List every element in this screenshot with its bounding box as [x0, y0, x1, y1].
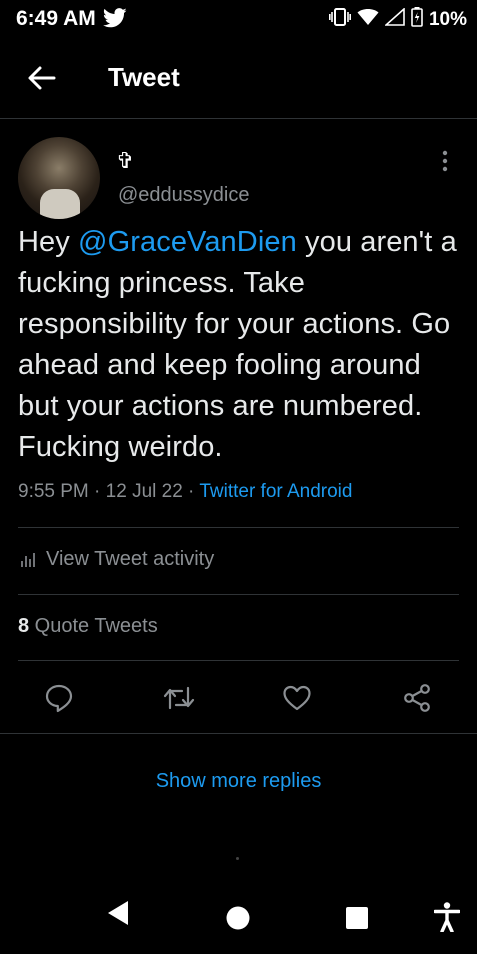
- status-bar: 6:49 AM 10%: [0, 0, 477, 40]
- show-more-replies-button[interactable]: Show more replies: [0, 770, 477, 793]
- page-title: Tweet: [108, 62, 180, 92]
- nav-recents-button[interactable]: [346, 907, 368, 934]
- divider: [0, 733, 477, 734]
- battery-icon: [411, 7, 423, 33]
- like-button[interactable]: [282, 683, 312, 713]
- header-divider: [0, 118, 477, 119]
- divider: [18, 594, 459, 595]
- battery-percent: 10%: [428, 9, 467, 30]
- tweet-date: 12 Jul 22: [105, 481, 183, 502]
- tweet-text-start: Hey: [18, 226, 79, 258]
- signal-icon: [383, 7, 405, 32]
- activity-label: View Tweet activity: [46, 548, 215, 570]
- recents-square-icon: [346, 907, 368, 929]
- tweet-time: 9:55 PM: [18, 481, 89, 502]
- status-time: 6:49 AM: [16, 7, 96, 30]
- display-name[interactable]: ✞: [116, 148, 134, 174]
- meta-separator: ·: [88, 481, 106, 502]
- reply-button[interactable]: [44, 683, 74, 713]
- status-icons: 10%: [328, 7, 467, 33]
- reply-icon: [45, 684, 73, 713]
- mention-link[interactable]: @GraceVanDien: [78, 226, 297, 258]
- more-vertical-icon: [442, 150, 448, 172]
- back-triangle-icon: [108, 901, 128, 925]
- accessibility-button[interactable]: [433, 902, 461, 937]
- share-button[interactable]: [402, 683, 432, 713]
- nav-home-button[interactable]: [226, 906, 250, 935]
- avatar[interactable]: [18, 137, 100, 219]
- nav-back-button[interactable]: [106, 900, 130, 931]
- divider: [18, 527, 459, 528]
- share-icon: [404, 684, 430, 712]
- like-icon: [283, 685, 311, 711]
- back-button[interactable]: [26, 63, 58, 93]
- quote-count: 8: [18, 615, 30, 637]
- view-tweet-activity[interactable]: View Tweet activity: [20, 548, 214, 571]
- accessibility-icon: [433, 902, 461, 934]
- divider: [18, 660, 459, 661]
- vibrate-icon: [328, 8, 351, 32]
- user-handle[interactable]: @eddussydice: [118, 184, 249, 207]
- quote-tweets-link[interactable]: 8 Quote Tweets: [18, 615, 158, 638]
- retweet-icon: [163, 686, 195, 710]
- retweet-button[interactable]: [162, 683, 196, 713]
- twitter-bird-icon: [102, 8, 127, 33]
- tweet-text-rest: you aren't a fucking princess. Take resp…: [18, 226, 457, 463]
- scroll-indicator: [236, 857, 239, 860]
- home-circle-icon: [226, 906, 250, 930]
- bar-chart-icon: [21, 552, 35, 567]
- tweet-text: Hey @GraceVanDien you aren't a fucking p…: [18, 222, 468, 468]
- meta-separator: ·: [182, 481, 200, 502]
- wifi-icon: [357, 8, 379, 32]
- arrow-left-icon: [28, 66, 56, 90]
- tweet-source[interactable]: Twitter for Android: [199, 481, 352, 502]
- quote-label: Quote Tweets: [29, 615, 158, 637]
- more-options-button[interactable]: [438, 148, 452, 176]
- tweet-metadata: 9:55 PM · 12 Jul 22 · Twitter for Androi…: [18, 481, 352, 503]
